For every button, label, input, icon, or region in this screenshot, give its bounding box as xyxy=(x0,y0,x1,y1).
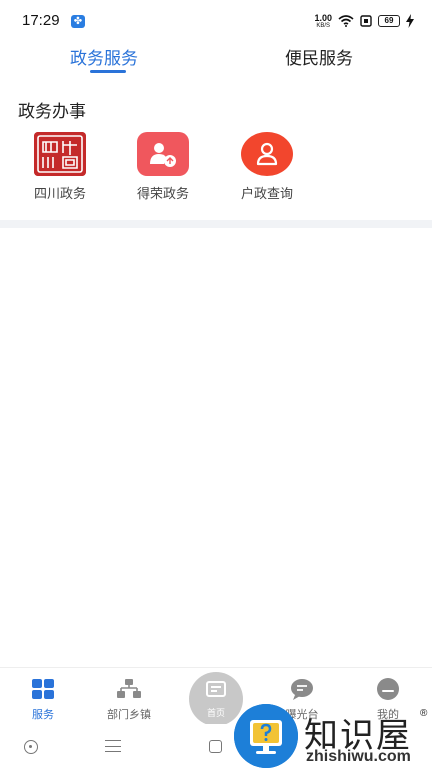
wifi-icon xyxy=(338,15,354,27)
watermark-domain: zhishiwu.com xyxy=(306,748,411,765)
sichuan-seal-icon xyxy=(34,132,86,176)
nav-label: 服务 xyxy=(32,709,54,721)
nav-item-departments[interactable]: 部门乡镇 xyxy=(86,678,172,722)
watermark-registered-mark: ® xyxy=(420,708,428,719)
service-label: 四川政务 xyxy=(33,186,86,201)
system-home-button[interactable] xyxy=(209,740,222,753)
service-item-sichuan[interactable]: 四川政务 xyxy=(10,132,110,202)
app-notification-icon: ✤ xyxy=(71,15,85,28)
grid-icon xyxy=(0,678,86,700)
status-bar: 17:29 ✤ 1.00 KB/S 69 xyxy=(0,0,432,40)
active-tab-indicator xyxy=(90,70,126,73)
gov-affairs-section: 政务办事 四川政务 得荣政务 户政查询 xyxy=(0,84,432,220)
top-tabs: 政务服务 便民服务 xyxy=(0,40,432,74)
battery-indicator: 69 xyxy=(378,15,400,27)
service-label: 户政查询 xyxy=(240,186,293,201)
service-item-huzheng[interactable]: 户政查询 xyxy=(217,132,317,202)
net-speed: 1.00 KB/S xyxy=(314,12,332,29)
section-divider xyxy=(0,220,432,228)
watermark: 知识屋 ® zhishiwu.com xyxy=(234,704,432,768)
home-icon xyxy=(189,672,243,706)
service-label: 得荣政务 xyxy=(136,186,189,201)
person-badge-icon xyxy=(137,132,189,176)
nav-item-service[interactable]: 服务 xyxy=(0,678,86,722)
net-speed-value: 1.00 xyxy=(314,12,332,23)
sim-card-icon xyxy=(360,15,372,27)
status-indicators: 1.00 KB/S 69 xyxy=(314,12,414,30)
net-speed-unit: KB/S xyxy=(316,22,331,29)
tab-convenience-services[interactable]: 便民服务 xyxy=(285,44,353,69)
nav-label: 部门乡镇 xyxy=(107,709,151,721)
system-menu-button[interactable] xyxy=(105,740,121,752)
watermark-logo-icon xyxy=(234,704,298,768)
service-item-derong[interactable]: 得荣政务 xyxy=(113,132,213,202)
org-chart-icon xyxy=(86,678,172,700)
user-icon xyxy=(345,678,431,700)
tab-government-services[interactable]: 政务服务 xyxy=(70,44,138,69)
status-time: 17:29 xyxy=(22,12,60,29)
charging-icon xyxy=(406,14,414,28)
system-back-button[interactable] xyxy=(24,740,38,754)
person-icon xyxy=(241,132,293,176)
chat-icon xyxy=(259,678,345,700)
section-title: 政务办事 xyxy=(18,102,86,121)
